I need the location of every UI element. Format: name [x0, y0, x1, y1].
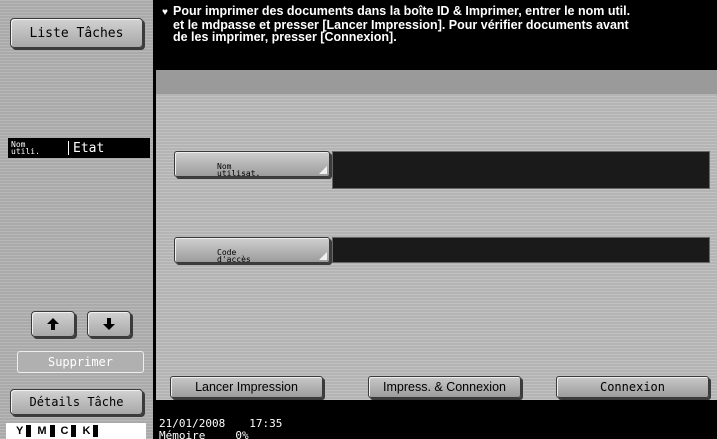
toner-magenta: M — [37, 425, 55, 437]
scroll-up-button[interactable] — [31, 311, 75, 337]
toner-cyan: C — [61, 425, 77, 437]
job-list-button[interactable]: Liste Tâches — [10, 18, 143, 48]
memory-status: Mémoire 0% — [159, 430, 717, 439]
toner-levels: Y M C K — [6, 423, 146, 439]
arrow-down-icon — [103, 318, 115, 330]
corner-tab-icon — [319, 252, 327, 260]
instruction-message: ♥ Pour imprimer des documents dans la boî… — [156, 0, 717, 68]
access-code-label: Code d'accès — [217, 248, 251, 264]
memory-label: Mémoire — [159, 429, 206, 439]
state-column-header: Etat — [73, 140, 105, 156]
time: 17:35 — [249, 417, 283, 430]
message-line-3: de les imprimer, presser [Connexion]. — [173, 30, 397, 44]
user-name-label: Nom utilisat. — [217, 162, 261, 178]
memory-value: 0% — [235, 429, 249, 439]
user-name-field[interactable] — [332, 151, 710, 189]
user-name-button[interactable]: Nom utilisat. — [174, 151, 330, 178]
delete-button[interactable]: Supprimer — [17, 351, 144, 373]
access-code-field[interactable] — [332, 237, 710, 263]
access-code-button[interactable]: Code d'accès — [174, 237, 330, 264]
scroll-down-button[interactable] — [87, 311, 131, 337]
connect-button[interactable]: Connexion — [556, 376, 709, 398]
message-line-1: ♥ Pour imprimer des documents dans la boî… — [162, 4, 631, 18]
toner-yellow: Y — [16, 425, 32, 437]
status-bar: 21/01/2008 17:35 Mémoire 0% — [156, 400, 717, 439]
left-panel: Liste Tâches Nom utili. Etat Supprimer D… — [0, 0, 153, 439]
job-list-header: Nom utili. Etat — [8, 138, 150, 158]
toner-black: K — [82, 425, 99, 437]
corner-tab-icon — [319, 166, 327, 174]
print-and-connect-button[interactable]: Impress. & Connexion — [368, 376, 521, 398]
panel-header-band — [156, 70, 717, 94]
main-panel: Nom utilisat. Code d'accès Lancer Impres… — [156, 70, 717, 400]
job-details-button[interactable]: Détails Tâche — [10, 389, 143, 415]
start-print-button[interactable]: Lancer Impression — [170, 376, 323, 398]
column-divider — [68, 141, 69, 155]
bulb-icon: ♥ — [162, 7, 168, 18]
user-column-header: Nom utili. — [11, 140, 40, 156]
arrow-up-icon — [47, 318, 59, 330]
